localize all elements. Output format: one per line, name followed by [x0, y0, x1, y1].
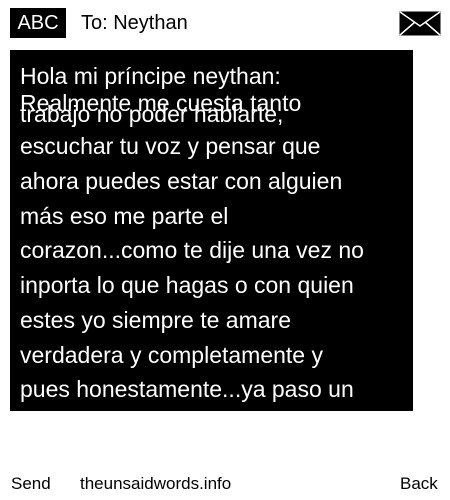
message-line: trabajo no poder hablarte,: [20, 101, 284, 127]
message-line: Hola mi príncipe neythan:: [20, 63, 281, 89]
back-button[interactable]: Back: [400, 472, 438, 496]
message-line: corazon...como te dije una vez no: [20, 237, 364, 263]
message-line: ahora puedes estar con alguien: [20, 168, 343, 194]
message-line: más eso me parte el: [20, 203, 229, 229]
message-header: ABC To: Neythan: [0, 0, 450, 40]
site-link[interactable]: theunsaidwords.info: [80, 472, 231, 496]
recipient-label: To: Neythan: [81, 12, 188, 34]
message-line: inporta lo que hagas o con quien: [20, 272, 354, 298]
message-screen: ABC To: Neythan Hola mi príncipe neythan…: [0, 0, 450, 500]
message-line: pues honestamente...ya paso un: [20, 376, 354, 402]
input-mode-badge[interactable]: ABC: [10, 8, 66, 38]
message-body[interactable]: Hola mi príncipe neythan: Realmente me c…: [10, 50, 413, 411]
message-line: escuchar tu voz y pensar que: [20, 133, 321, 159]
softkey-bar: Send theunsaidwords.info Back: [0, 470, 450, 498]
send-button[interactable]: Send: [11, 472, 51, 496]
message-line: estes yo siempre te amare: [20, 307, 292, 333]
message-line: verdadera y completamente y: [20, 342, 323, 368]
envelope-icon: [399, 11, 441, 36]
